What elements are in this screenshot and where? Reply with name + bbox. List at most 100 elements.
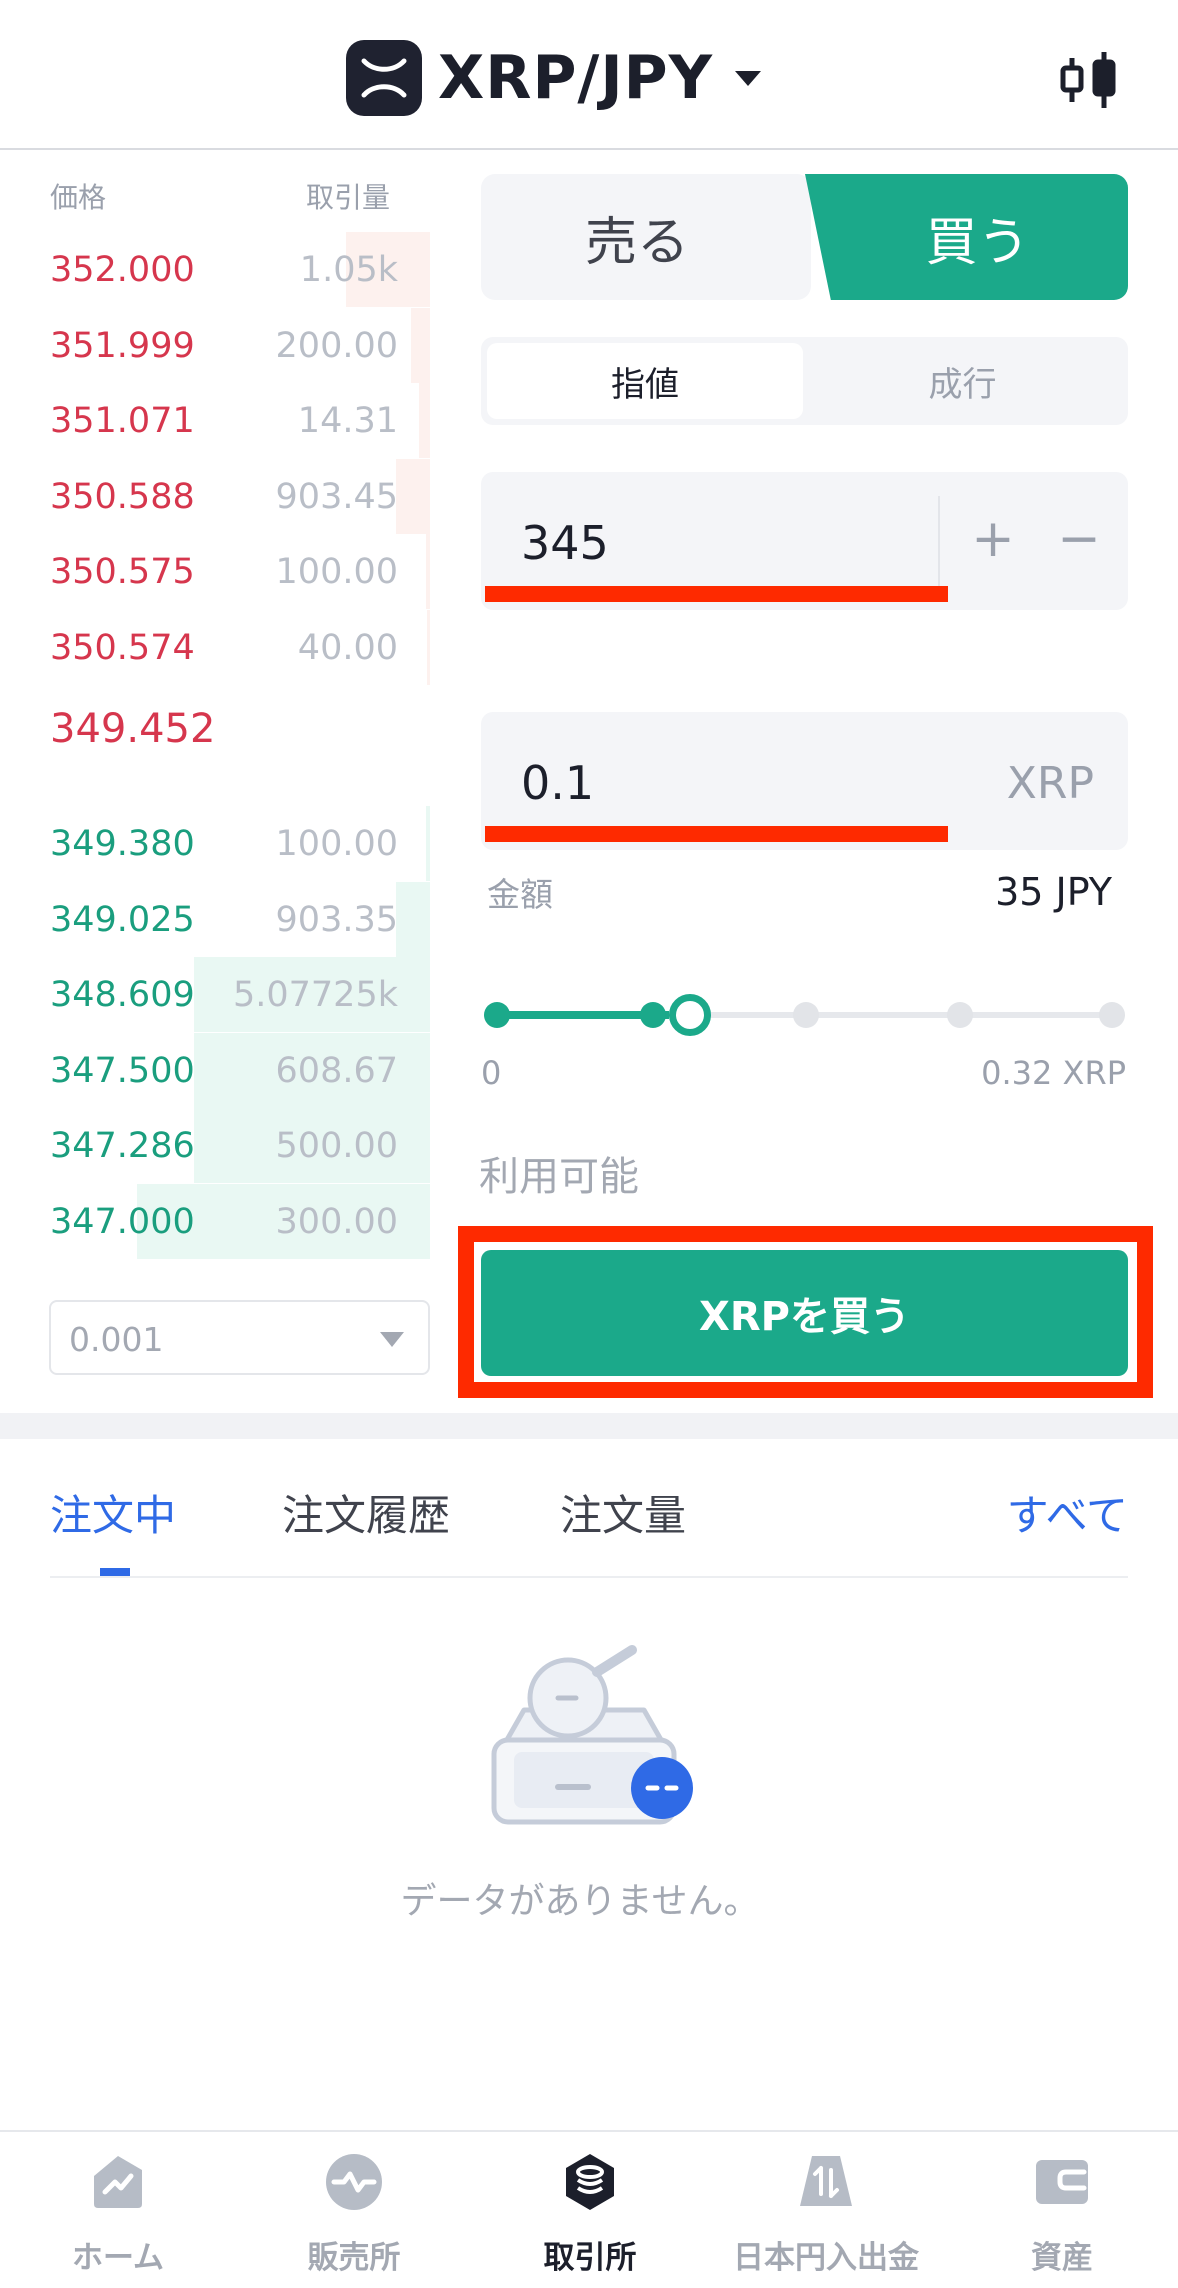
row-price: 349.380 [50,824,195,864]
quantity-slider[interactable] [481,990,1128,1040]
slider-max-label: 0.32 XRP [981,1054,1126,1092]
row-quantity: 200.00 [275,325,398,366]
depth-bar [426,806,430,881]
order-type-toggle: 指値 成行 [481,337,1128,425]
row-price: 347.500 [50,1050,195,1091]
row-quantity: 1.05k [299,250,398,290]
active-tab-indicator [100,1568,130,1576]
price-input[interactable]: 345 + − [481,472,1128,610]
tab-buy[interactable]: 買う [805,174,1128,300]
nav-item-exchange[interactable]: 取引所 [472,2132,708,2288]
row-price: 347.000 [50,1201,195,1242]
slider-step-25[interactable] [640,1002,666,1028]
amount-label: 金額 [487,875,553,914]
row-quantity: 903.45 [275,476,398,517]
row-price: 352.000 [50,250,195,290]
section-divider [0,1413,1178,1439]
bottom-nav: ホーム 販売所 取引所 日本円入出金 資産 [0,2130,1178,2288]
buy-xrp-button[interactable]: XRPを買う [481,1250,1128,1376]
orderbook-qty-header: 取引量 [306,181,391,214]
orderbook-row[interactable]: 351.999 200.00 [0,307,430,383]
tab-order-history[interactable]: 注文履歴 [282,1482,450,1543]
row-price: 350.588 [50,476,195,517]
deposit-withdraw-icon [796,2152,856,2212]
row-price: 347.286 [50,1126,195,1166]
price-input-value[interactable]: 345 [521,516,609,570]
tab-limit-order[interactable]: 指値 [487,343,803,419]
available-label: 利用可能 [479,1154,639,1200]
slider-min-label: 0 [481,1054,502,1092]
precision-select[interactable]: 0.001 [49,1300,430,1375]
depth-bar [411,307,430,383]
row-price: 351.071 [50,401,195,441]
orderbook-price-header: 価格 [50,181,107,214]
orderbook-row[interactable]: 347.000 300.00 [0,1183,430,1259]
nav-item-sales[interactable]: 販売所 [236,2132,472,2288]
orderbook-row[interactable]: 351.071 14.31 [0,383,430,458]
nav-item-home[interactable]: ホーム [0,2132,236,2288]
row-quantity: 903.35 [275,899,398,940]
slider-step-75[interactable] [947,1002,973,1028]
precision-value: 0.001 [69,1320,164,1359]
quantity-input[interactable]: 0.1 XRP [481,712,1128,850]
quantity-unit: XRP [1006,758,1094,809]
pair-title: XRP/JPY [438,43,714,113]
view-all-link[interactable]: すべて [1007,1482,1128,1543]
nav-item-assets[interactable]: 資産 [944,2132,1178,2288]
empty-box-icon [484,1640,704,1825]
depth-bar [427,609,430,685]
depth-bar [418,383,430,458]
tabs-divider [50,1576,1128,1578]
home-icon [88,2152,148,2212]
row-quantity: 500.00 [275,1126,398,1166]
nav-label: 日本円入出金 [733,2240,919,2276]
stepper-divider [938,496,940,586]
side-tabs: 売る 買う [481,174,1128,300]
row-quantity: 5.07725k [232,975,398,1015]
empty-state-text: データがありません。 [400,1881,760,1922]
slider-handle[interactable] [669,994,711,1036]
nav-label: ホーム [71,2240,165,2276]
quantity-input-value[interactable]: 0.1 [521,756,594,810]
row-quantity: 40.00 [297,627,398,668]
row-price: 351.999 [50,325,195,366]
price-decrease-button[interactable]: − [1049,502,1109,576]
depth-bar [395,458,430,534]
coin-stack-icon [560,2152,620,2212]
row-price: 349.025 [50,899,195,940]
slider-step-0[interactable] [484,1002,510,1028]
chevron-down-icon [735,70,762,86]
tab-market-order[interactable]: 成行 [803,343,1122,419]
orderbook-row[interactable]: 350.574 40.00 [0,609,430,685]
top-bar: XRP/JPY [0,0,1178,150]
wallet-icon [1032,2152,1092,2212]
orderbook-row[interactable]: 347.286 500.00 [0,1108,430,1183]
tab-sell[interactable]: 売る [481,174,811,300]
nav-label: 資産 [1031,2240,1093,2276]
xrp-logo-icon [346,40,422,116]
depth-bar [395,881,430,957]
orderbook-row[interactable]: 349.025 903.35 [0,881,430,957]
slider-step-50[interactable] [793,1002,819,1028]
candlestick-chart-icon[interactable] [1058,50,1122,110]
chevron-down-icon [380,1332,404,1347]
tab-order-volume[interactable]: 注文量 [560,1482,686,1543]
row-quantity: 14.31 [297,401,398,441]
orderbook-row[interactable]: 349.380 100.00 [0,806,430,881]
nav-label: 取引所 [543,2240,637,2276]
orderbook-row[interactable]: 350.575 100.00 [0,534,430,609]
price-highlight-underline [485,586,948,602]
nav-item-jpy-deposit[interactable]: 日本円入出金 [708,2132,944,2288]
orderbook-row[interactable]: 348.609 5.07725k [0,957,430,1032]
orderbook-row[interactable]: 350.588 903.45 [0,458,430,534]
orderbook-row[interactable]: 352.000 1.05k [0,232,430,307]
row-price: 348.609 [50,975,195,1015]
pair-selector[interactable]: XRP/JPY [346,40,762,116]
row-price: 350.575 [50,552,195,592]
price-increase-button[interactable]: + [963,502,1023,576]
orderbook-row[interactable]: 347.500 608.67 [0,1032,430,1108]
row-price: 350.574 [50,627,195,668]
depth-bar [426,534,430,609]
slider-step-100[interactable] [1099,1002,1125,1028]
tab-open-orders[interactable]: 注文中 [50,1482,176,1543]
